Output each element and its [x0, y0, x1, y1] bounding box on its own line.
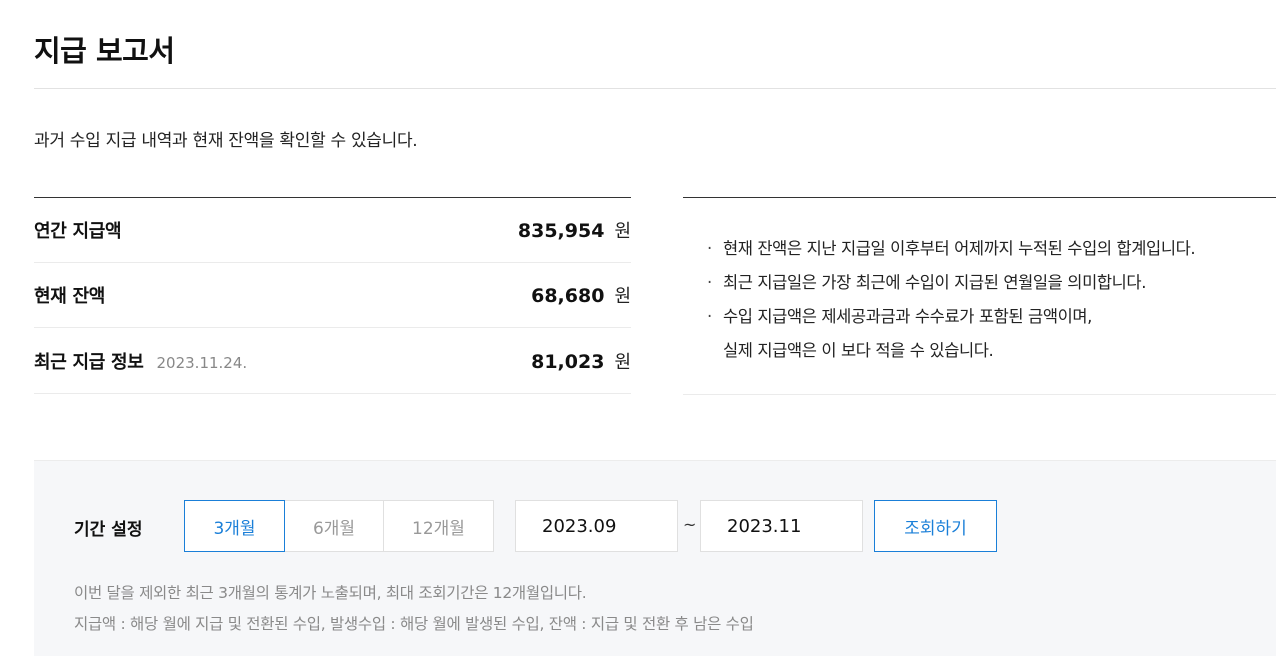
currency-unit: 원 [614, 221, 631, 242]
annual-payment-label: 연간 지급액 [34, 221, 122, 242]
bullet-icon: · [707, 273, 712, 292]
currency-unit: 원 [614, 351, 631, 373]
note-item: · 최근 지급일은 가장 최근에 수입이 지급된 연월일을 의미합니다. [707, 266, 1276, 300]
period-setting-label: 기간 설정 [74, 520, 143, 540]
note-item: · 현재 잔액은 지난 지급일 이후부터 어제까지 누적된 수입의 합계입니다. [707, 232, 1276, 266]
currency-unit: 원 [614, 286, 631, 307]
period-6-months-button[interactable]: 6개월 [284, 500, 384, 552]
recent-payment-amount: 81,023 [531, 350, 605, 373]
summary-row-recent-payment: 최근 지급 정보 2023.11.24. 81,023 원 [34, 328, 631, 394]
period-3-months-button[interactable]: 3개월 [184, 500, 285, 552]
search-button[interactable]: 조회하기 [874, 500, 997, 552]
payment-summary-table: 연간 지급액 835,954 원 현재 잔액 68,680 원 최근 지급 정보… [34, 197, 631, 394]
summary-row-current-balance: 현재 잔액 68,680 원 [34, 263, 631, 328]
summary-row-annual-payment: 연간 지급액 835,954 원 [34, 198, 631, 263]
note-item: · 수입 지급액은 제세공과금과 수수료가 포함된 금액이며, 실제 지급액은 … [707, 300, 1276, 368]
period-filter-panel: 기간 설정 3개월 6개월 12개월 ~ 조회하기 이번 달을 제외한 최근 3… [34, 460, 1276, 656]
row-label: 현재 잔액 [34, 282, 105, 308]
row-value: 835,954 원 [518, 217, 631, 243]
recent-payment-label: 최근 지급 정보 [34, 351, 144, 373]
start-month-input[interactable] [515, 500, 678, 552]
row-value: 81,023 원 [531, 348, 631, 374]
period-12-months-button[interactable]: 12개월 [383, 500, 494, 552]
bullet-icon: · [707, 239, 712, 258]
recent-payment-date: 2023.11.24. [156, 353, 248, 372]
note-text: 최근 지급일은 가장 최근에 수입이 지급된 연월일을 의미합니다. [723, 273, 1147, 292]
note-text: 수입 지급액은 제세공과금과 수수료가 포함된 금액이며, 실제 지급액은 이 … [723, 307, 1093, 360]
terms-help-text: 지급액 : 해당 월에 지급 및 전환된 수입, 발생수입 : 해당 월에 발생… [74, 615, 754, 633]
title-divider [34, 88, 1276, 89]
period-help-text: 이번 달을 제외한 최근 3개월의 통계가 노출되며, 최대 조회기간은 12개… [74, 584, 587, 602]
current-balance-amount: 68,680 [531, 285, 605, 307]
info-notes-box: · 현재 잔액은 지난 지급일 이후부터 어제까지 누적된 수입의 합계입니다.… [683, 197, 1276, 395]
page-description: 과거 수입 지급 내역과 현재 잔액을 확인할 수 있습니다. [34, 131, 418, 151]
row-value: 68,680 원 [531, 282, 631, 308]
end-month-input[interactable] [700, 500, 863, 552]
note-text: 현재 잔액은 지난 지급일 이후부터 어제까지 누적된 수입의 합계입니다. [723, 239, 1196, 258]
current-balance-label: 현재 잔액 [34, 286, 106, 307]
row-label: 연간 지급액 [34, 217, 122, 243]
period-button-group: 3개월 6개월 12개월 [184, 500, 494, 552]
annual-payment-amount: 835,954 [517, 220, 605, 242]
page-title: 지급 보고서 [34, 34, 175, 68]
date-range-separator: ~ [683, 515, 697, 534]
payment-report-page: 지급 보고서 과거 수입 지급 내역과 현재 잔액을 확인할 수 있습니다. 연… [0, 0, 1280, 656]
row-label: 최근 지급 정보 2023.11.24. [34, 348, 247, 374]
bullet-icon: · [707, 307, 712, 326]
